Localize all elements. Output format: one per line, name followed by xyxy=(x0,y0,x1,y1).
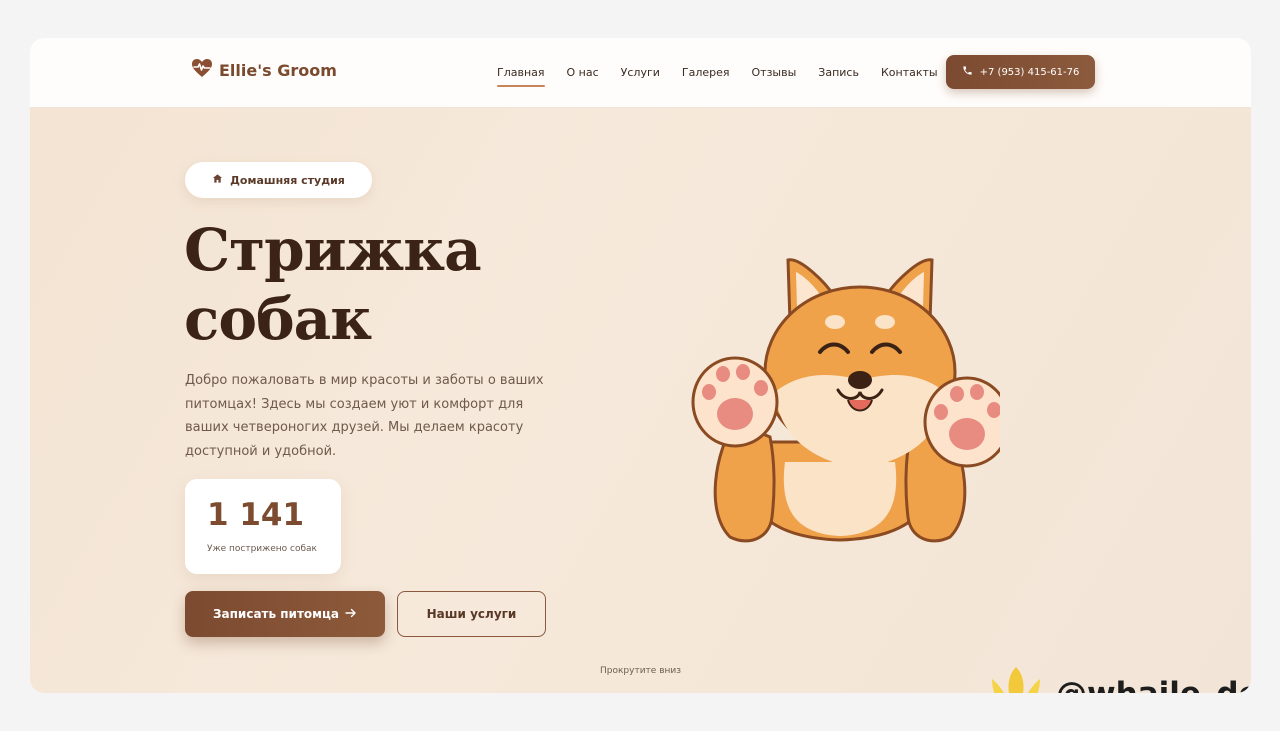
services-button[interactable]: Наши услуги xyxy=(397,591,546,637)
stat-label: Уже пострижено собак xyxy=(207,544,317,554)
watermark-text: @whaile_dev xyxy=(1056,676,1251,694)
nav-item-home[interactable]: Главная xyxy=(497,66,545,87)
logo[interactable]: Ellie's Groom xyxy=(191,58,337,83)
stat-card: 1 141 Уже пострижено собак xyxy=(185,479,341,574)
watermark: @whaile_dev xyxy=(988,665,1251,693)
nav-item-services[interactable]: Услуги xyxy=(621,66,660,87)
nav-item-about[interactable]: О нас xyxy=(567,66,599,87)
book-pet-button[interactable]: Записать питомца xyxy=(185,591,385,637)
page-frame: Ellie's Groom Главная О нас Услуги Галер… xyxy=(30,38,1251,693)
hero-description: Добро пожаловать в мир красоты и заботы … xyxy=(185,373,544,459)
logo-text: Ellie's Groom xyxy=(219,61,337,80)
nav-item-reviews[interactable]: Отзывы xyxy=(752,66,797,87)
badge-label: Домашняя студия xyxy=(230,173,345,187)
shiba-dog-illustration xyxy=(680,252,1011,557)
arrow-right-icon xyxy=(345,607,357,621)
nav-item-gallery[interactable]: Галерея xyxy=(682,66,730,87)
phone-button[interactable]: +7 (953) 415-61-76 xyxy=(946,55,1095,89)
tulip-logo-icon xyxy=(988,665,1044,693)
hero-title-line2: собак xyxy=(184,285,372,353)
phone-icon xyxy=(962,65,973,79)
hero-title-line1: Стрижка xyxy=(184,216,482,284)
nav-item-contacts[interactable]: Контакты xyxy=(881,66,938,87)
scroll-hint[interactable]: Прокрутите вниз xyxy=(600,666,681,676)
heart-pulse-icon xyxy=(191,58,213,83)
site-header: Ellie's Groom Главная О нас Услуги Галер… xyxy=(30,38,1251,108)
hero-title: Стрижка собак xyxy=(184,216,482,354)
book-pet-label: Записать питомца xyxy=(213,607,339,621)
stat-value: 1 141 xyxy=(207,497,305,533)
studio-badge: Домашняя студия xyxy=(185,162,372,198)
nav-item-booking[interactable]: Запись xyxy=(818,66,859,87)
main-nav: Главная О нас Услуги Галерея Отзывы Запи… xyxy=(497,66,938,87)
home-icon xyxy=(212,171,223,189)
phone-number: +7 (953) 415-61-76 xyxy=(979,66,1080,78)
